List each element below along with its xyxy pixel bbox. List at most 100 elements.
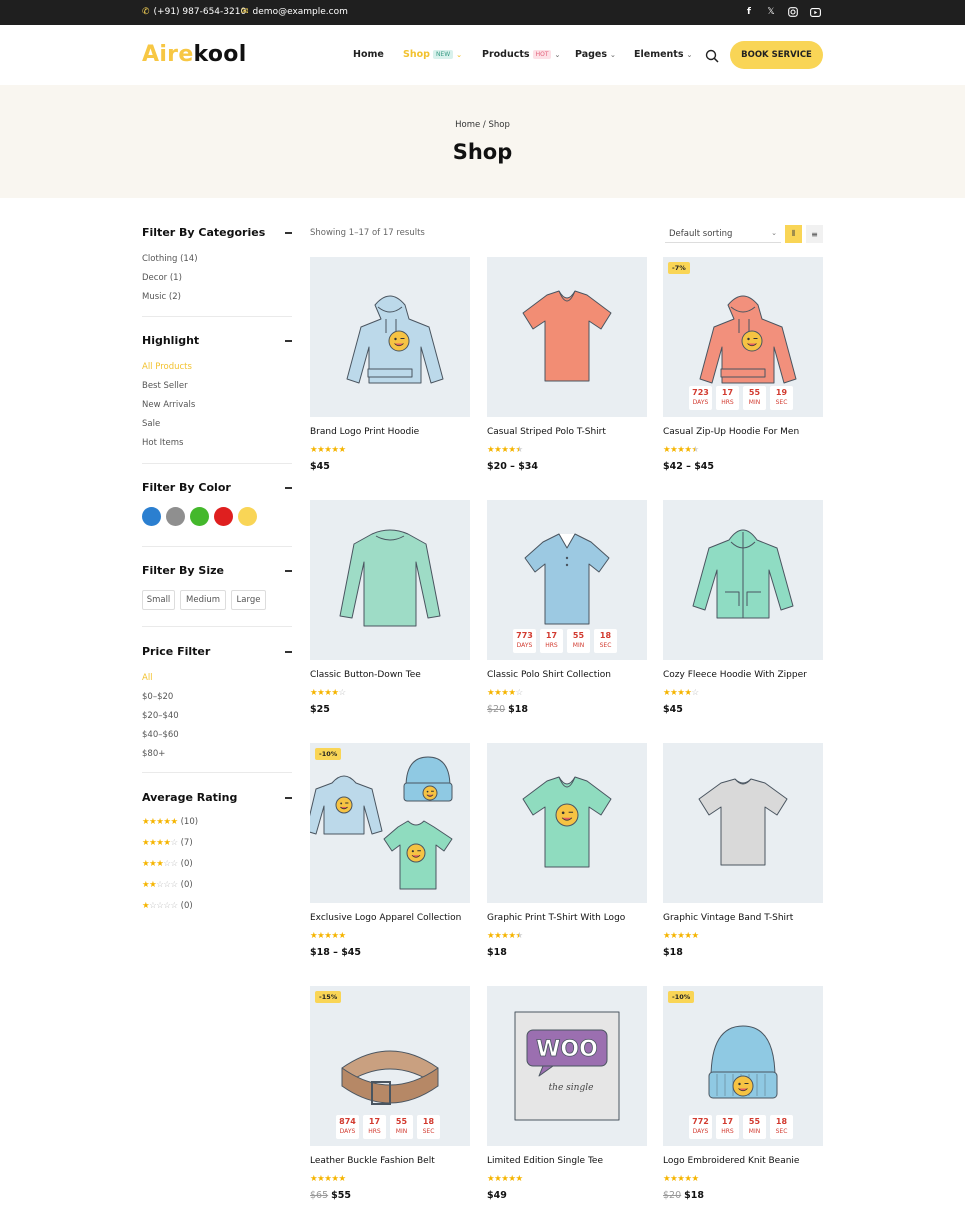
minus-icon[interactable] [285,797,292,799]
product-name[interactable]: Exclusive Logo Apparel Collection [310,913,461,923]
color-swatch-yellow[interactable] [238,507,257,526]
product-image[interactable]: -7% 723 DAYS 17 HRS 55 MIN 19 SEC [663,257,823,417]
rating-title-text: Average Rating [142,791,238,804]
highlight-item[interactable]: Sale [142,419,292,438]
price-title[interactable]: Price Filter [142,645,292,659]
product-name[interactable]: Cozy Fleece Hoodie With Zipper [663,670,807,680]
search-icon[interactable] [705,48,719,63]
book-service-button[interactable]: BOOK SERVICE [730,41,823,69]
product-card[interactable]: -15% 874 DAYS 17 HRS 55 MIN 18 SEC Leather Buckle… [310,986,470,1211]
product-name[interactable]: Graphic Print T-Shirt With Logo [487,913,625,923]
size-title[interactable]: Filter By Size [142,564,292,578]
sort-select[interactable]: Default sorting ⌄ [665,225,781,243]
product-image[interactable] [310,257,470,417]
highlight-item[interactable]: Best Seller [142,381,292,400]
product-image[interactable]: -15% 874 DAYS 17 HRS 55 MIN 18 SEC [310,986,470,1146]
category-item[interactable]: Music (2) [142,292,292,311]
categories-title[interactable]: Filter By Categories [142,226,292,240]
product-card[interactable]: Classic Button-Down Tee ★★★★☆ $25 [310,500,470,725]
rating-list: ★★★★★ (10) ★★★★☆ (7) ★★★☆☆ (0) ★★☆☆☆ (0) ★☆☆☆☆ (0… [142,817,292,927]
price-item[interactable]: $80+ [142,749,292,768]
size-large-button[interactable]: Large [231,590,266,610]
category-item[interactable]: Clothing (14) [142,254,292,273]
price-item-active[interactable]: All [142,673,292,692]
facebook-icon[interactable]: f [743,6,755,18]
color-swatch-green[interactable] [190,507,209,526]
breadcrumb-home[interactable]: Home [455,120,480,130]
instagram-icon[interactable] [787,6,799,18]
color-swatch-gray[interactable] [166,507,185,526]
product-name[interactable]: Classic Button-Down Tee [310,670,421,680]
highlight-item-active[interactable]: All Products [142,362,292,381]
product-name[interactable]: Graphic Vintage Band T-Shirt [663,913,793,923]
highlight-item[interactable]: New Arrivals [142,400,292,419]
category-item[interactable]: Decor (1) [142,273,292,292]
rating-title[interactable]: Average Rating [142,791,292,805]
price-item[interactable]: $40–$60 [142,730,292,749]
color-swatch-blue[interactable] [142,507,161,526]
product-image[interactable] [487,743,647,903]
rating-filter-row[interactable]: ★★★☆☆ (0) [142,859,193,869]
product-card[interactable]: Cozy Fleece Hoodie With Zipper ★★★★☆ $45 [663,500,823,725]
color-swatch-red[interactable] [214,507,233,526]
minus-icon[interactable] [285,487,292,489]
nav-products[interactable]: Products HOT ⌄ [482,49,560,60]
product-card[interactable]: -10% Exclusive Logo Apparel Collection ★★★… [310,743,470,968]
highlight-item[interactable]: Hot Items [142,438,292,457]
nav-shop[interactable]: Shop NEW ⌄ [403,49,462,60]
product-image[interactable]: 773 DAYS 17 HRS 55 MIN 18 SEC [487,500,647,660]
current-price: $18 [487,947,507,958]
product-image[interactable]: -10% [310,743,470,903]
product-card[interactable]: -10% 772 DAYS 17 HRS 55 MIN 18 SEC Logo Embroider… [663,986,823,1211]
rating-filter-row[interactable]: ★★☆☆☆ (0) [142,880,193,890]
product-image[interactable]: WOO the single [487,986,647,1146]
current-price: $18 [684,1190,704,1201]
highlight-title[interactable]: Highlight [142,334,292,348]
product-card[interactable]: -7% 723 DAYS 17 HRS 55 MIN 19 SEC Casual Zip-Up H… [663,257,823,482]
nav-elements[interactable]: Elements ⌄ [634,49,692,60]
size-small-button[interactable]: Small [142,590,175,610]
product-name[interactable]: Casual Striped Polo T-Shirt [487,427,606,437]
youtube-icon[interactable] [809,6,821,18]
product-image[interactable]: -10% 772 DAYS 17 HRS 55 MIN 18 SEC [663,986,823,1146]
size-medium-button[interactable]: Medium [180,590,226,610]
site-logo[interactable]: Airekool [142,42,247,67]
email-contact[interactable]: ✉ demo@example.com [241,7,348,17]
product-card[interactable]: Brand Logo Print Hoodie ★★★★★ $45 [310,257,470,482]
product-name[interactable]: Brand Logo Print Hoodie [310,427,419,437]
product-name[interactable]: Classic Polo Shirt Collection [487,670,611,680]
product-image[interactable] [310,500,470,660]
product-card[interactable]: WOO the single Limited Edition Single Tee ★… [487,986,647,1211]
price-item[interactable]: $0–$20 [142,692,292,711]
product-card[interactable]: 773 DAYS 17 HRS 55 MIN 18 SEC Classic Polo Shirt… [487,500,647,725]
rating-count: (0) [180,901,193,911]
current-price: $25 [310,704,330,715]
x-icon[interactable]: 𝕏 [765,6,777,18]
product-image[interactable] [487,257,647,417]
minus-icon[interactable] [285,340,292,342]
product-card[interactable]: Casual Striped Polo T-Shirt ★★★★★ $20 – $3… [487,257,647,482]
phone-contact[interactable]: ✆ (+91) 987-654-3210 [142,7,246,17]
product-card[interactable]: Graphic Print T-Shirt With Logo ★★★★★ $18 [487,743,647,968]
product-name[interactable]: Leather Buckle Fashion Belt [310,1156,435,1166]
minus-icon[interactable] [285,570,292,572]
rating-filter-row[interactable]: ★☆☆☆☆ (0) [142,901,193,911]
nav-pages[interactable]: Pages ⌄ [575,49,616,60]
product-rating: ★★★★☆ [487,688,523,698]
product-image[interactable] [663,743,823,903]
product-name[interactable]: Limited Edition Single Tee [487,1156,603,1166]
nav-home[interactable]: Home [353,49,384,60]
minus-icon[interactable] [285,232,292,234]
product-name[interactable]: Logo Embroidered Knit Beanie [663,1156,799,1166]
grid-view-button[interactable]: ⦀ [785,225,802,243]
product-card[interactable]: Graphic Vintage Band T-Shirt ★★★★★ $18 [663,743,823,968]
minus-icon[interactable] [285,651,292,653]
product-name[interactable]: Casual Zip-Up Hoodie For Men [663,427,799,437]
rating-filter-row[interactable]: ★★★★★ (10) [142,817,198,827]
color-title[interactable]: Filter By Color [142,481,292,495]
rating-filter-row[interactable]: ★★★★☆ (7) [142,838,193,848]
countdown-label: DAYS [516,642,533,649]
list-view-button[interactable]: ≡ [806,225,823,243]
product-image[interactable] [663,500,823,660]
price-item[interactable]: $20–$40 [142,711,292,730]
